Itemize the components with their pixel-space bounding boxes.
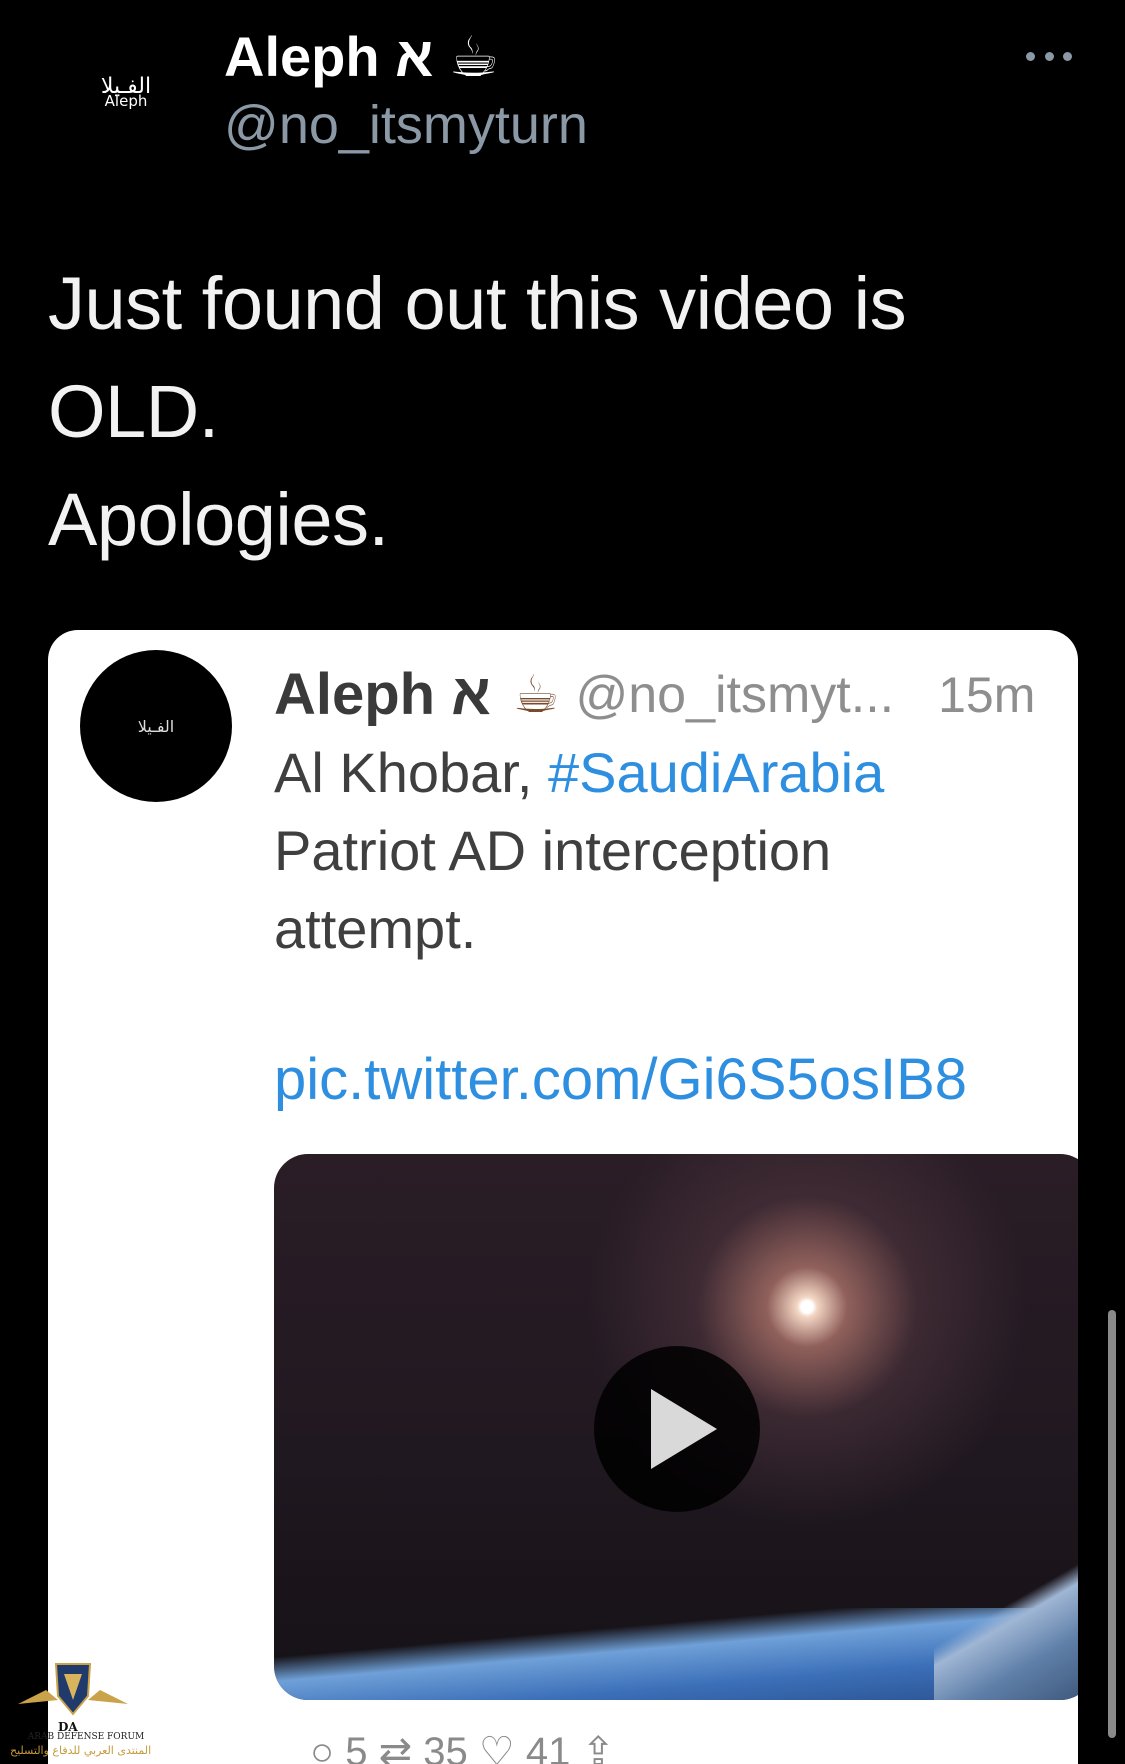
quoted-body-text: Al Khobar, <box>274 741 548 804</box>
quoted-author-name: Aleph א <box>274 662 491 727</box>
scrollbar-thumb[interactable] <box>1108 1310 1116 1738</box>
quoted-body-line: attempt. <box>274 897 477 960</box>
video-thumbnail <box>274 1154 1078 1700</box>
more-horizontal-icon <box>1044 51 1054 61</box>
hashtag-link: #SaudiArabia <box>547 741 885 804</box>
quoted-author-avatar: الفـيلا <box>80 650 232 802</box>
video-foreground-rail <box>934 1550 1078 1700</box>
more-horizontal-icon <box>1063 51 1072 61</box>
forum-watermark: DA ARAB DEFENSE FORUM المنتدى العربي للد… <box>6 1660 151 1764</box>
quoted-body-line: Patriot AD interception <box>274 819 832 882</box>
avatar-logo-latin: Aleph <box>104 92 148 110</box>
tweet-text-line: Apologies. <box>48 478 389 561</box>
play-button <box>594 1346 760 1512</box>
watermark-arabic: المنتدى العربي للدفاع والتسليح <box>10 1744 152 1757</box>
coffee-cup-icon: ☕ <box>512 666 560 724</box>
quoted-body: Al Khobar, #SaudiArabia Patriot AD inter… <box>274 734 1074 968</box>
quoted-body-line: Al Khobar, #SaudiArabia <box>274 734 1074 812</box>
tweet-text-line: Just found out this video is <box>48 262 907 345</box>
quoted-action-bar: ○ 5 ⇄ 35 ♡ 41 ⇪ <box>310 1730 615 1764</box>
play-icon <box>651 1389 717 1469</box>
quoted-avatar-logo: الفـيلا <box>137 716 175 736</box>
attached-image[interactable]: الفـيلا Aleph א ☕ @no_itsmyt... 15m Al K… <box>48 630 1078 1764</box>
author-avatar[interactable]: الفـيلا Aleph <box>52 18 200 166</box>
author-handle[interactable]: @no_itsmyturn <box>224 92 588 158</box>
watermark-english: ARAB DEFENSE FORUM <box>27 1732 145 1742</box>
shield-wings-logo-icon <box>18 1663 128 1716</box>
quoted-media-url: pic.twitter.com/Gi6S5osIB8 <box>274 1047 968 1112</box>
more-options-button[interactable] <box>1026 36 1072 76</box>
more-horizontal-icon <box>1026 51 1035 61</box>
quoted-author-handle: @no_itsmyt... <box>575 666 895 724</box>
author-display-name[interactable]: Aleph א ☕ <box>224 22 499 92</box>
tweet-text-line: OLD. <box>48 370 219 453</box>
tweet-text: Just found out this video is OLD. Apolog… <box>48 250 1088 574</box>
quoted-timestamp: 15m <box>938 667 1036 723</box>
quoted-header: Aleph א ☕ @no_itsmyt... 15m <box>274 660 1035 730</box>
